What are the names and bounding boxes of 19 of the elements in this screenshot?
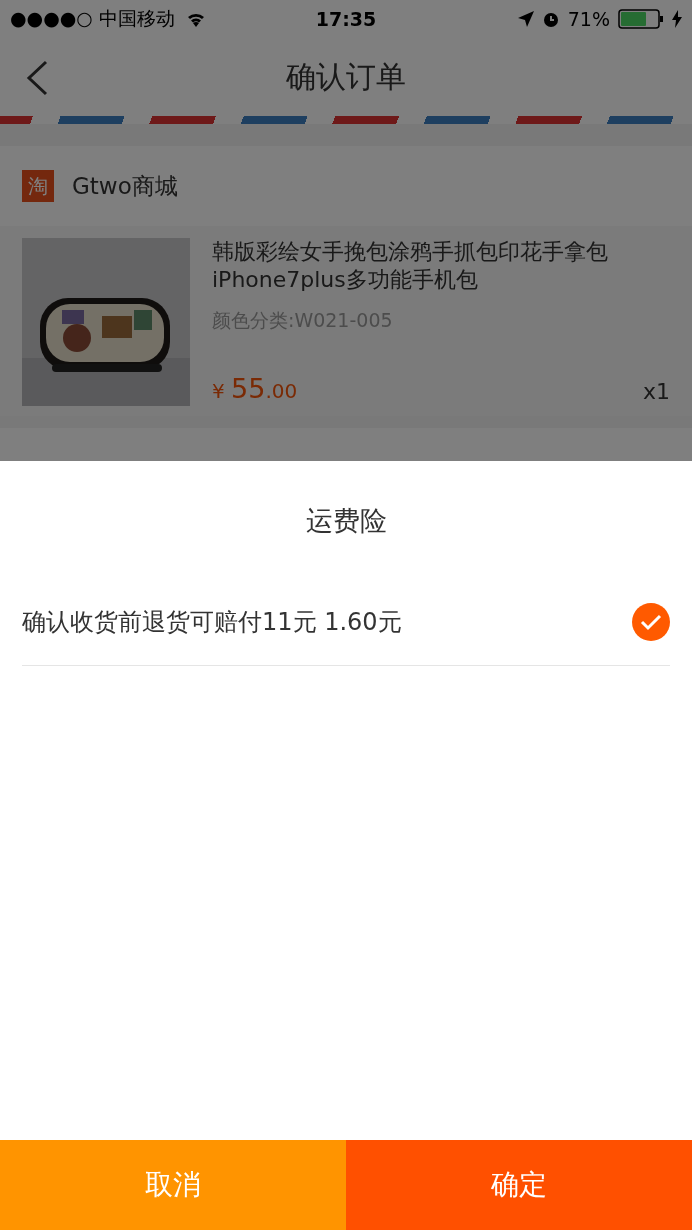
confirm-button[interactable]: 确定	[346, 1140, 692, 1230]
battery-percent: 71%	[567, 8, 610, 30]
product-title: 韩版彩绘女手挽包涂鸦手抓包印花手拿包iPhone7plus多功能手机包	[212, 238, 609, 294]
back-icon[interactable]	[26, 60, 48, 96]
alarm-clock-icon	[541, 10, 560, 28]
location-arrow-icon	[517, 11, 534, 27]
option-label: 确认收货前退货可赔付11元 1.60元	[22, 607, 402, 638]
product-quantity: x1	[642, 379, 670, 404]
clock-text: 17:35	[315, 8, 377, 30]
checkbox[interactable]	[632, 603, 670, 641]
shop-name: Gtwo商城	[72, 171, 178, 201]
battery-icon	[618, 9, 664, 29]
charging-bolt-icon	[672, 10, 682, 28]
sheet-title: 运费险	[304, 504, 388, 538]
shop-logo: 淘	[22, 170, 54, 202]
cancel-button[interactable]: 取消	[0, 1140, 346, 1230]
carrier-text: ●●●●○ 中国移动	[10, 6, 175, 31]
product-price: ¥ 55.00	[212, 373, 298, 404]
page-title: 确认订单	[286, 57, 406, 96]
